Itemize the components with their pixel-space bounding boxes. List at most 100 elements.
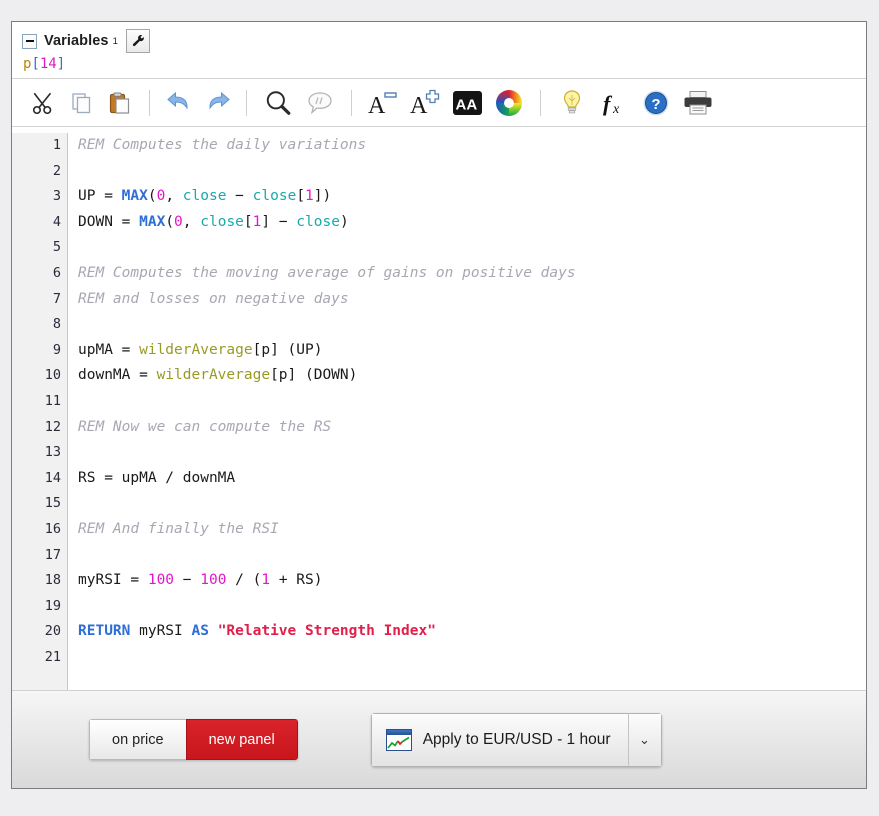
code-token: , bbox=[165, 188, 183, 205]
search-icon[interactable] bbox=[258, 85, 298, 121]
variable-close-bracket: ] bbox=[56, 56, 66, 72]
chart-window-icon bbox=[385, 728, 412, 751]
code-line[interactable]: RS = upMA / downMA bbox=[78, 466, 866, 492]
code-token: ( bbox=[165, 213, 175, 230]
line-number: 4 bbox=[52, 213, 61, 230]
code-line[interactable]: DOWN = MAX(0, close[1] − close) bbox=[78, 210, 866, 236]
line-number: 7 bbox=[52, 290, 61, 307]
chart-line-glyph bbox=[387, 736, 410, 749]
code-token: RS = upMA / downMA bbox=[78, 469, 236, 486]
code-line[interactable] bbox=[78, 389, 866, 415]
decrease-font-size-glyph: A bbox=[368, 91, 397, 117]
code-token: + RS) bbox=[270, 572, 323, 589]
code-token: DOWN = bbox=[78, 213, 140, 230]
undo-icon[interactable] bbox=[161, 85, 197, 121]
code-token: REM And finally the RSI bbox=[78, 520, 279, 537]
code-line[interactable] bbox=[78, 159, 866, 185]
display-mode-toggle: on price new panel bbox=[89, 719, 298, 760]
code-line[interactable]: UP = MAX(0, close − close[1]) bbox=[78, 184, 866, 210]
code-content[interactable]: REM Computes the daily variations UP = M… bbox=[68, 133, 866, 690]
code-line[interactable]: REM And finally the RSI bbox=[78, 517, 866, 543]
code-token: − bbox=[174, 572, 201, 589]
comment-icon[interactable] bbox=[300, 85, 340, 121]
code-token: upMA = bbox=[78, 341, 140, 358]
svg-text:A: A bbox=[368, 93, 386, 117]
editor-toolbar: A A AA f x ? bbox=[12, 78, 866, 127]
apply-control: Apply to EUR/USD - 1 hour ⌄ bbox=[370, 712, 662, 767]
code-token: REM Now we can compute the RS bbox=[78, 418, 332, 435]
code-line[interactable] bbox=[78, 440, 866, 466]
comment-glyph bbox=[308, 91, 332, 114]
code-line[interactable] bbox=[78, 312, 866, 338]
on-price-button[interactable]: on price bbox=[89, 719, 186, 760]
minus-box-icon[interactable] bbox=[22, 33, 37, 49]
code-line[interactable]: REM Computes the moving average of gains… bbox=[78, 261, 866, 287]
print-icon[interactable] bbox=[678, 85, 718, 121]
line-number: 19 bbox=[44, 597, 61, 614]
line-number: 18 bbox=[44, 572, 61, 589]
code-line[interactable] bbox=[78, 235, 866, 261]
code-line[interactable]: myRSI = 100 − 100 / (1 + RS) bbox=[78, 568, 866, 594]
code-editor[interactable]: 1 2 3 4 5 6 7 8 9 10 11 12 13 14 15 16 17 18 19 20 21 REM Co… bbox=[12, 127, 866, 690]
lightbulb-glyph bbox=[563, 89, 581, 113]
page-title: Variables bbox=[44, 33, 109, 49]
code-token: downMA = bbox=[78, 367, 157, 384]
code-line[interactable]: REM Computes the daily variations bbox=[78, 133, 866, 159]
svg-text:?: ? bbox=[651, 96, 660, 113]
code-line[interactable] bbox=[78, 645, 866, 671]
wrench-glyph bbox=[132, 35, 144, 47]
hint-lightbulb-icon[interactable] bbox=[552, 85, 592, 121]
color-wheel-glyph bbox=[496, 89, 522, 116]
decrease-font-size-icon[interactable]: A bbox=[363, 85, 403, 121]
wrench-icon[interactable] bbox=[125, 29, 150, 53]
code-token: UP = bbox=[78, 188, 122, 205]
copy-icon[interactable] bbox=[64, 85, 100, 121]
line-number: 14 bbox=[44, 469, 61, 486]
line-number: 17 bbox=[44, 546, 61, 563]
copy-glyph bbox=[72, 92, 91, 113]
code-token: myRSI bbox=[130, 623, 192, 640]
fx-glyph: f x bbox=[603, 91, 620, 117]
line-number: 10 bbox=[44, 367, 61, 384]
code-token: [p] (UP) bbox=[252, 341, 323, 358]
code-token: 1 bbox=[261, 572, 271, 589]
code-token: 100 bbox=[200, 572, 227, 589]
panel-header-row: Variables 1 bbox=[22, 29, 866, 53]
line-number: 21 bbox=[44, 648, 61, 665]
font-style-icon[interactable]: AA bbox=[447, 85, 487, 121]
code-line[interactable] bbox=[78, 543, 866, 569]
paste-icon[interactable] bbox=[102, 85, 138, 121]
code-line[interactable] bbox=[78, 594, 866, 620]
variable-expression[interactable]: p[14] bbox=[22, 53, 866, 78]
code-token: 100 bbox=[147, 572, 175, 589]
help-icon[interactable]: ? bbox=[636, 85, 676, 121]
code-token: close bbox=[182, 188, 227, 205]
chart-window-titlebar bbox=[386, 729, 411, 735]
code-token: MAX bbox=[139, 213, 166, 230]
paste-glyph bbox=[109, 92, 130, 114]
code-token: wilderAverage bbox=[139, 341, 253, 358]
chevron-down-icon[interactable]: ⌄ bbox=[628, 712, 662, 767]
code-line[interactable]: upMA = wilderAverage[p] (UP) bbox=[78, 338, 866, 364]
redo-icon[interactable] bbox=[199, 85, 235, 121]
code-line[interactable]: REM Now we can compute the RS bbox=[78, 415, 866, 441]
toolbar-separator bbox=[540, 89, 541, 116]
code-line[interactable]: RETURN myRSI AS "Relative Strength Index… bbox=[78, 619, 866, 645]
variable-open-bracket: [ bbox=[31, 56, 40, 72]
new-panel-button[interactable]: new panel bbox=[185, 719, 298, 760]
code-token: − bbox=[226, 188, 253, 205]
code-line[interactable]: downMA = wilderAverage[p] (DOWN) bbox=[78, 363, 866, 389]
app-root: Variables 1 p[14] A A AA f x ? 1 2 3 4 5… bbox=[0, 0, 879, 816]
apply-button[interactable]: Apply to EUR/USD - 1 hour bbox=[370, 712, 629, 767]
code-line[interactable]: REM and losses on negative days bbox=[78, 287, 866, 313]
toolbar-separator bbox=[351, 89, 352, 116]
line-number: 2 bbox=[52, 162, 61, 179]
insert-function-icon[interactable]: f x bbox=[594, 85, 634, 121]
code-token: 0 bbox=[174, 213, 183, 230]
color-picker-icon[interactable] bbox=[489, 85, 529, 121]
code-token: AS bbox=[191, 623, 209, 640]
increase-font-size-icon[interactable]: A bbox=[405, 85, 445, 121]
code-line[interactable] bbox=[78, 491, 866, 517]
variable-value: 14 bbox=[39, 56, 57, 72]
cut-icon[interactable] bbox=[26, 85, 62, 121]
